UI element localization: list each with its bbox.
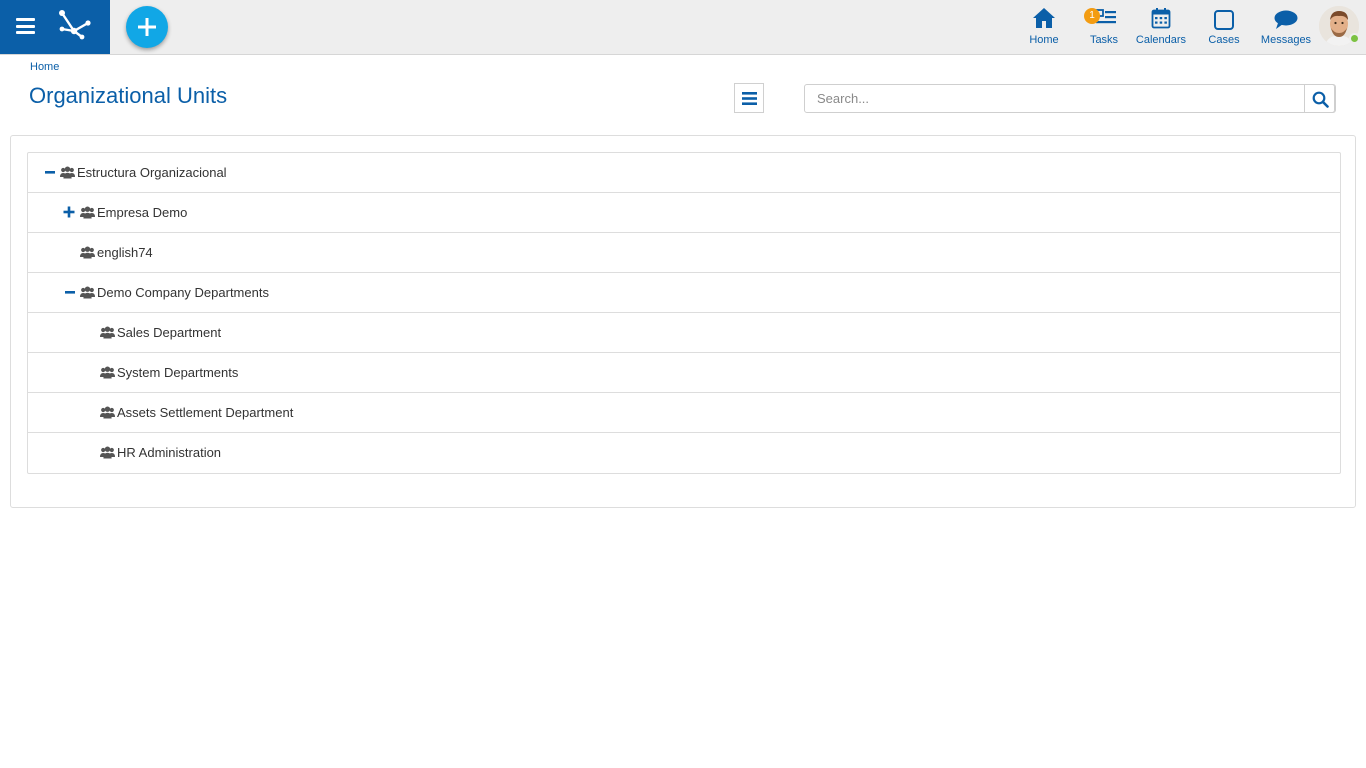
group-icon <box>80 286 95 299</box>
top-bar: Home 1 Tasks Calendars Cases Messages <box>0 0 1366 55</box>
collapse-icon[interactable] <box>64 286 76 298</box>
group-icon <box>100 366 115 379</box>
tree-node-label[interactable]: Sales Department <box>117 325 221 340</box>
home-icon <box>1033 8 1055 28</box>
search-icon <box>1312 91 1329 108</box>
tree-node-label[interactable]: HR Administration <box>117 445 221 460</box>
tree-node-label[interactable]: Assets Settlement Department <box>117 405 293 420</box>
calendar-icon <box>1151 8 1171 29</box>
tree-node-label[interactable]: Empresa Demo <box>97 205 187 220</box>
tree-node-label[interactable]: System Departments <box>117 365 238 380</box>
tree-row[interactable]: Estructura Organizacional <box>28 153 1340 193</box>
group-icon <box>100 406 115 419</box>
online-status-indicator <box>1349 33 1360 44</box>
org-units-tree: Estructura Organizacional Empresa Demo e… <box>27 152 1341 474</box>
add-new-button[interactable] <box>126 6 168 48</box>
group-icon <box>100 326 115 339</box>
tasks-badge: 1 <box>1084 8 1100 24</box>
search-box <box>804 84 1336 113</box>
search-button[interactable] <box>1304 84 1335 113</box>
nav-cases-label: Cases <box>1208 34 1240 46</box>
tree-row[interactable]: Demo Company Departments <box>28 273 1340 313</box>
tree-node-label[interactable]: Demo Company Departments <box>97 285 269 300</box>
nav-home[interactable]: Home <box>1024 0 1064 54</box>
tree-row[interactable]: HR Administration <box>28 433 1340 473</box>
list-icon <box>742 92 757 105</box>
messages-icon <box>1274 10 1298 29</box>
group-icon <box>100 446 115 459</box>
org-units-panel: Estructura Organizacional Empresa Demo e… <box>10 135 1356 508</box>
tree-row[interactable]: english74 <box>28 233 1340 273</box>
hamburger-menu-icon[interactable] <box>16 18 35 34</box>
tree-row[interactable]: Assets Settlement Department <box>28 393 1340 433</box>
group-icon <box>80 206 95 219</box>
nav-tasks-label: Tasks <box>1089 34 1119 46</box>
nav-calendars[interactable]: Calendars <box>1134 0 1188 54</box>
cases-icon <box>1214 10 1234 30</box>
plus-icon <box>138 18 156 36</box>
nav-messages[interactable]: Messages <box>1259 0 1313 54</box>
group-icon <box>60 166 75 179</box>
nav-messages-label: Messages <box>1260 34 1312 46</box>
tree-node-label[interactable]: english74 <box>97 245 153 260</box>
nav-home-label: Home <box>1029 34 1059 46</box>
nav-cases[interactable]: Cases <box>1204 0 1244 54</box>
tree-row[interactable]: Sales Department <box>28 313 1340 353</box>
list-view-button[interactable] <box>734 83 764 113</box>
brand-area <box>0 0 110 54</box>
breadcrumb-home[interactable]: Home <box>30 61 59 73</box>
tree-node-label[interactable]: Estructura Organizacional <box>77 165 227 180</box>
nav-tasks[interactable]: 1 Tasks <box>1084 0 1124 54</box>
collapse-icon[interactable] <box>44 166 56 178</box>
expand-icon[interactable] <box>63 206 75 218</box>
nav-calendars-label: Calendars <box>1135 34 1187 46</box>
tree-row[interactable]: System Departments <box>28 353 1340 393</box>
app-logo-icon[interactable] <box>56 9 92 41</box>
search-input[interactable] <box>805 85 1305 112</box>
tree-row[interactable]: Empresa Demo <box>28 193 1340 233</box>
page-title: Organizational Units <box>29 83 228 108</box>
group-icon <box>80 246 95 259</box>
